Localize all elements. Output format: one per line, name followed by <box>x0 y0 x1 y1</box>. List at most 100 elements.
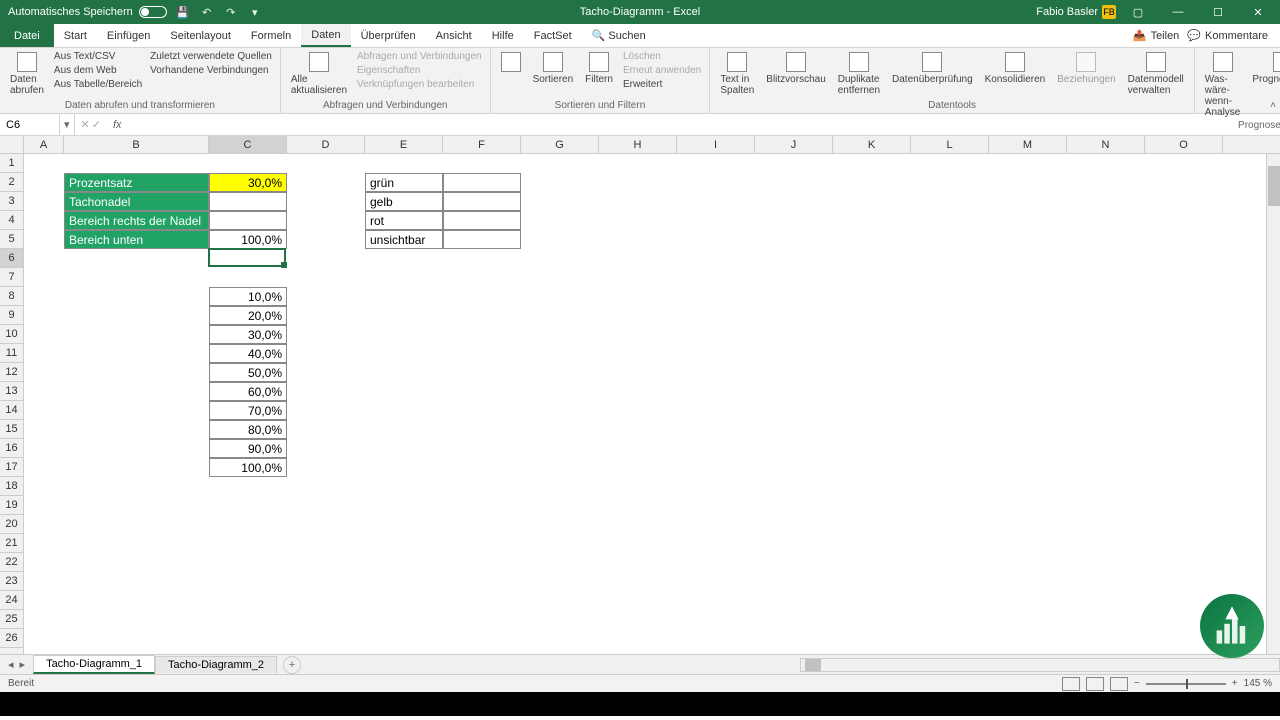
save-icon[interactable]: 💾 <box>175 4 191 20</box>
cell-C14[interactable]: 70,0% <box>209 401 287 420</box>
cell-C3[interactable] <box>209 192 287 211</box>
select-all-corner[interactable] <box>0 136 24 153</box>
cell-B4[interactable]: Bereich rechts der Nadel <box>64 211 209 230</box>
row-header-26[interactable]: 26 <box>0 629 23 648</box>
zoom-in-icon[interactable]: + <box>1232 678 1238 689</box>
get-data-button[interactable]: Daten abrufen <box>6 50 48 98</box>
cell-C13[interactable]: 60,0% <box>209 382 287 401</box>
row-header-3[interactable]: 3 <box>0 192 23 211</box>
row-header-19[interactable]: 19 <box>0 496 23 515</box>
row-header-18[interactable]: 18 <box>0 477 23 496</box>
col-header-N[interactable]: N <box>1067 136 1145 153</box>
col-header-C[interactable]: C <box>209 136 287 153</box>
cell-C17[interactable]: 100,0% <box>209 458 287 477</box>
cell-C9[interactable]: 20,0% <box>209 306 287 325</box>
col-header-D[interactable]: D <box>287 136 365 153</box>
undo-icon[interactable]: ↶ <box>199 4 215 20</box>
col-header-I[interactable]: I <box>677 136 755 153</box>
col-header-H[interactable]: H <box>599 136 677 153</box>
row-header-8[interactable]: 8 <box>0 287 23 306</box>
row-header-13[interactable]: 13 <box>0 382 23 401</box>
user-avatar[interactable]: FB <box>1102 5 1116 19</box>
menu-daten[interactable]: Daten <box>301 24 350 47</box>
cell-F4[interactable] <box>443 211 521 230</box>
cell-C15[interactable]: 80,0% <box>209 420 287 439</box>
cell-C11[interactable]: 40,0% <box>209 344 287 363</box>
user-name[interactable]: Fabio Basler <box>1036 6 1098 18</box>
share-button[interactable]: 📤Teilen <box>1133 29 1179 42</box>
recent-sources[interactable]: Zuletzt verwendete Quellen <box>148 50 274 63</box>
filter-button[interactable]: Filtern <box>581 50 617 87</box>
existing-connections[interactable]: Vorhandene Verbindungen <box>148 64 274 77</box>
row-header-17[interactable]: 17 <box>0 458 23 477</box>
row-header-25[interactable]: 25 <box>0 610 23 629</box>
scrollbar-thumb[interactable] <box>805 659 821 671</box>
row-header-5[interactable]: 5 <box>0 230 23 249</box>
zoom-level[interactable]: 145 % <box>1244 678 1272 689</box>
advanced-filter[interactable]: Erweitert <box>621 78 703 91</box>
cell-E3[interactable]: gelb <box>365 192 443 211</box>
vertical-scrollbar[interactable] <box>1266 154 1280 654</box>
cell-C2[interactable]: 30,0% <box>209 173 287 192</box>
col-header-L[interactable]: L <box>911 136 989 153</box>
row-header-11[interactable]: 11 <box>0 344 23 363</box>
sort-az-button[interactable] <box>497 50 525 74</box>
text-to-columns[interactable]: Text in Spalten <box>716 50 758 98</box>
sort-button[interactable]: Sortieren <box>529 50 578 87</box>
row-header-14[interactable]: 14 <box>0 401 23 420</box>
cell-B2[interactable]: Prozentsatz <box>64 173 209 192</box>
cells-area[interactable]: ProzentsatzTachonadelBereich rechts der … <box>24 154 1280 654</box>
collapse-ribbon-icon[interactable]: ˄ <box>1270 100 1276 111</box>
menu-factset[interactable]: FactSet <box>524 24 582 47</box>
cell-C8[interactable]: 10,0% <box>209 287 287 306</box>
comments-button[interactable]: 💬Kommentare <box>1187 29 1268 42</box>
cell-C12[interactable]: 50,0% <box>209 363 287 382</box>
row-header-4[interactable]: 4 <box>0 211 23 230</box>
menu-hilfe[interactable]: Hilfe <box>482 24 524 47</box>
sheet-tab-1[interactable]: Tacho-Diagramm_1 <box>33 655 155 674</box>
autosave-toggle[interactable]: Automatisches Speichern <box>8 6 167 18</box>
from-table[interactable]: Aus Tabelle/Bereich <box>52 78 144 91</box>
minimize-icon[interactable]: — <box>1160 0 1196 24</box>
cell-B3[interactable]: Tachonadel <box>64 192 209 211</box>
cell-E4[interactable]: rot <box>365 211 443 230</box>
horizontal-scrollbar[interactable] <box>800 658 1280 672</box>
col-header-G[interactable]: G <box>521 136 599 153</box>
menu-file[interactable]: Datei <box>0 24 54 47</box>
menu-seitenlayout[interactable]: Seitenlayout <box>160 24 241 47</box>
row-header-7[interactable]: 7 <box>0 268 23 287</box>
scrollbar-thumb[interactable] <box>1268 166 1280 206</box>
maximize-icon[interactable]: ☐ <box>1200 0 1236 24</box>
consolidate[interactable]: Konsolidieren <box>981 50 1050 87</box>
qat-dropdown-icon[interactable]: ▾ <box>247 4 263 20</box>
col-header-A[interactable]: A <box>24 136 64 153</box>
col-header-B[interactable]: B <box>64 136 209 153</box>
row-header-24[interactable]: 24 <box>0 591 23 610</box>
normal-view-icon[interactable] <box>1062 677 1080 691</box>
col-header-K[interactable]: K <box>833 136 911 153</box>
menu-ueberpruefen[interactable]: Überprüfen <box>351 24 426 47</box>
cell-F2[interactable] <box>443 173 521 192</box>
forecast-sheet[interactable]: Prognoseblatt <box>1248 50 1280 87</box>
col-header-M[interactable]: M <box>989 136 1067 153</box>
cell-F3[interactable] <box>443 192 521 211</box>
name-box[interactable]: C6 <box>0 114 60 135</box>
close-icon[interactable]: ✕ <box>1240 0 1276 24</box>
add-sheet-icon[interactable]: + <box>283 656 301 674</box>
remove-duplicates[interactable]: Duplikate entfernen <box>834 50 884 98</box>
col-header-J[interactable]: J <box>755 136 833 153</box>
zoom-out-icon[interactable]: − <box>1134 678 1140 689</box>
search-box[interactable]: 🔍 Suchen <box>582 24 656 47</box>
page-break-view-icon[interactable] <box>1110 677 1128 691</box>
cell-C4[interactable] <box>209 211 287 230</box>
redo-icon[interactable]: ↷ <box>223 4 239 20</box>
menu-start[interactable]: Start <box>54 24 97 47</box>
row-header-22[interactable]: 22 <box>0 553 23 572</box>
ribbon-mode-icon[interactable]: ▢ <box>1120 0 1156 24</box>
cell-E2[interactable]: grün <box>365 173 443 192</box>
row-header-10[interactable]: 10 <box>0 325 23 344</box>
cell-E5[interactable]: unsichtbar <box>365 230 443 249</box>
tab-nav-icons[interactable]: ◂▸ <box>0 658 33 671</box>
menu-ansicht[interactable]: Ansicht <box>426 24 482 47</box>
queries-connections[interactable]: Abfragen und Verbindungen <box>355 50 484 63</box>
